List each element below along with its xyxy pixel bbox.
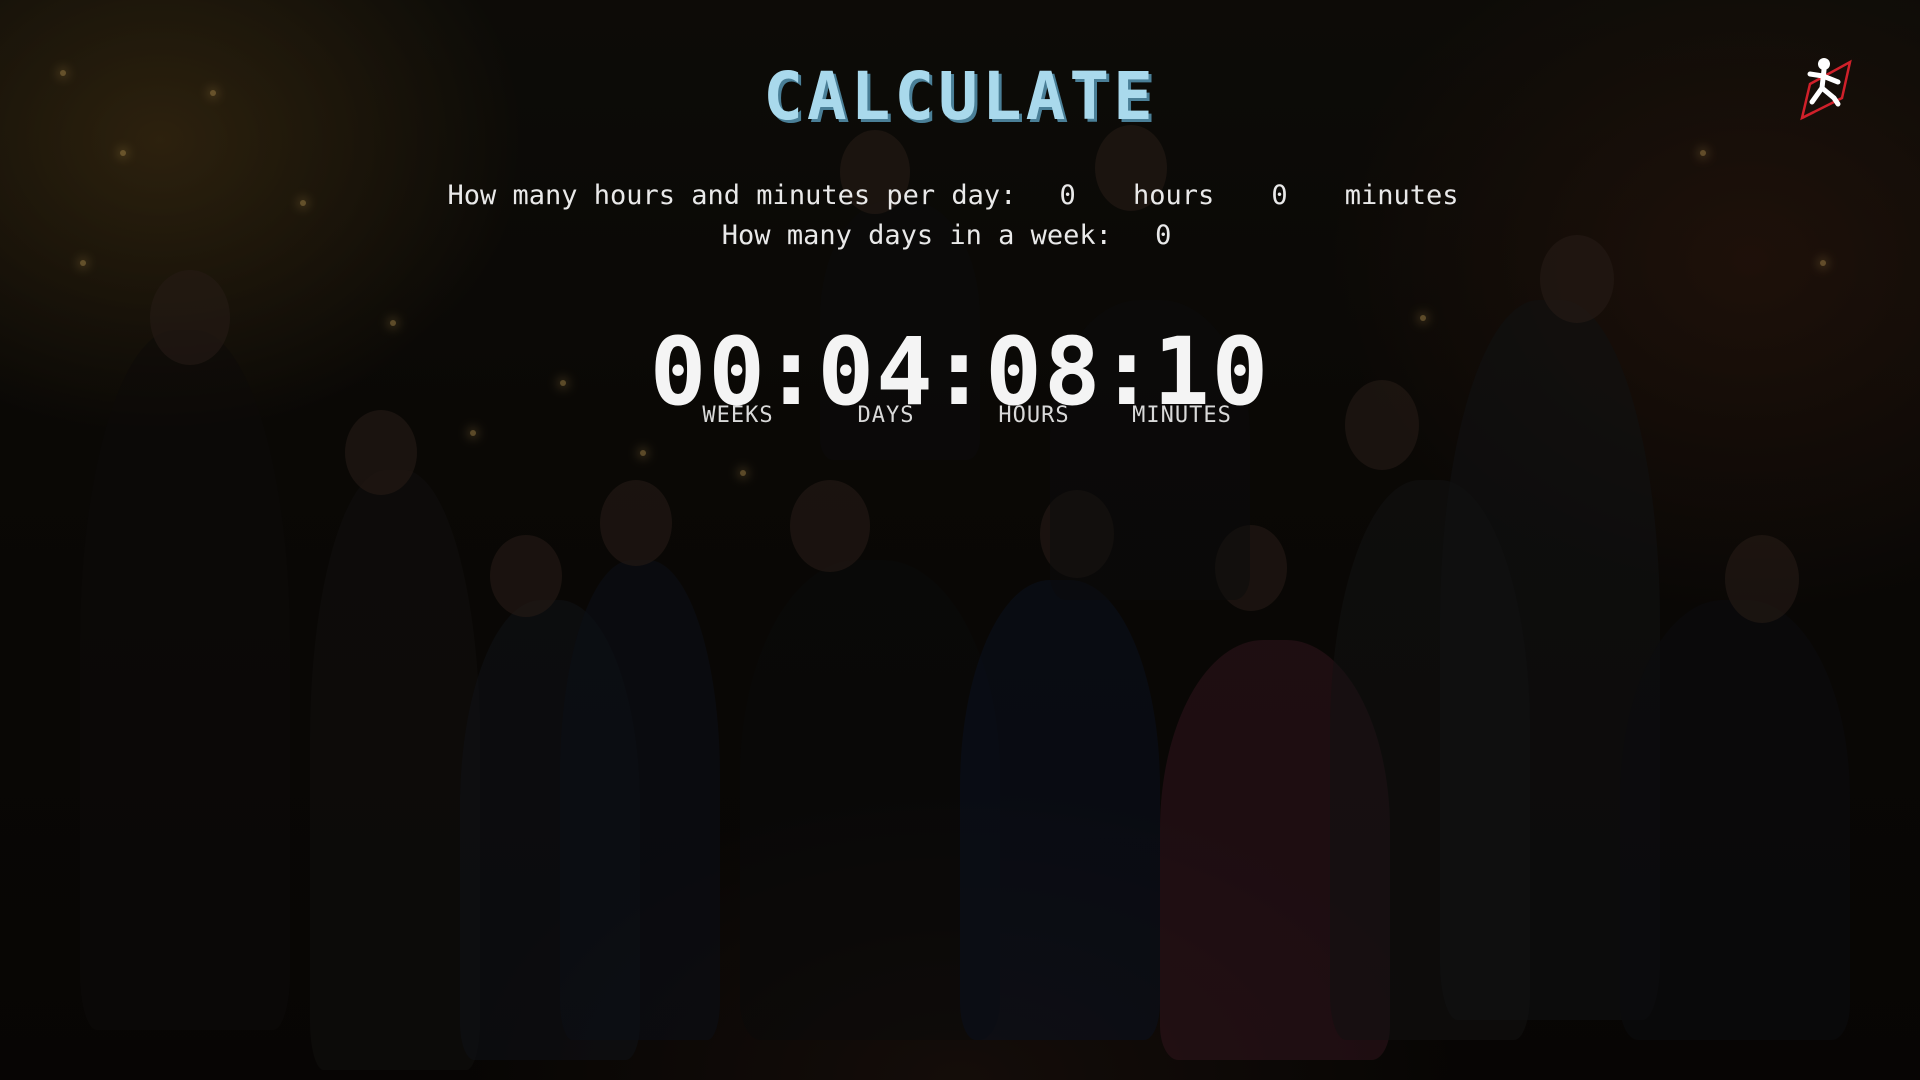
- minutes-input[interactable]: [1244, 180, 1315, 211]
- hours-input[interactable]: [1032, 180, 1103, 211]
- hours-unit-label: hours: [1132, 180, 1215, 211]
- days-per-week-question: How many days in a week:: [0, 220, 1920, 251]
- minutes-label: MINUTES: [1132, 403, 1232, 428]
- countdown-labels: WEEKS DAYS HOURS MINUTES: [0, 403, 1920, 428]
- days-per-week-label: How many days in a week:: [721, 220, 1112, 251]
- minutes-unit-label: minutes: [1344, 180, 1459, 211]
- weeks-label: WEEKS: [702, 403, 774, 428]
- page-title: CALCULATE: [763, 58, 1157, 135]
- running-figure-logo-icon[interactable]: [1794, 54, 1858, 126]
- background-photo: CALCULATE How many hours and minutes per…: [0, 0, 1920, 1080]
- hours-per-day-label: How many hours and minutes per day:: [447, 180, 1017, 211]
- dim-overlay: [0, 0, 1920, 1080]
- hours-label: HOURS: [998, 403, 1070, 428]
- days-label: DAYS: [857, 403, 915, 428]
- hours-per-day-question: How many hours and minutes per day: hour…: [0, 180, 1920, 211]
- days-input[interactable]: [1128, 220, 1199, 251]
